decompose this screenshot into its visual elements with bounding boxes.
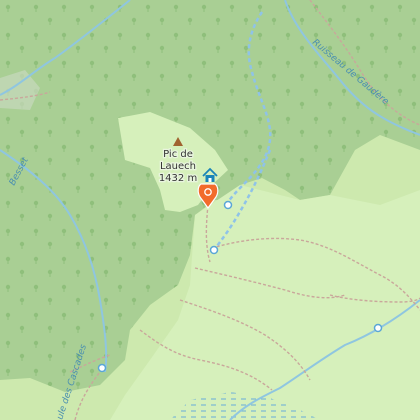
summit-name-line1: Pic de (163, 149, 193, 160)
spring-icon[interactable] (97, 363, 107, 373)
summit-elevation: 1432 m (159, 173, 197, 184)
spring-icon[interactable] (223, 200, 233, 210)
spring-icon[interactable] (373, 323, 383, 333)
map-canvas[interactable]: Pic de Lauech 1432 m Ruisseau de Gaudère… (0, 0, 420, 420)
summit-name-line2: Lauech (160, 161, 196, 172)
spring-icon[interactable] (209, 245, 219, 255)
map-view[interactable]: Pic de Lauech 1432 m Ruisseau de Gaudère… (0, 0, 420, 420)
